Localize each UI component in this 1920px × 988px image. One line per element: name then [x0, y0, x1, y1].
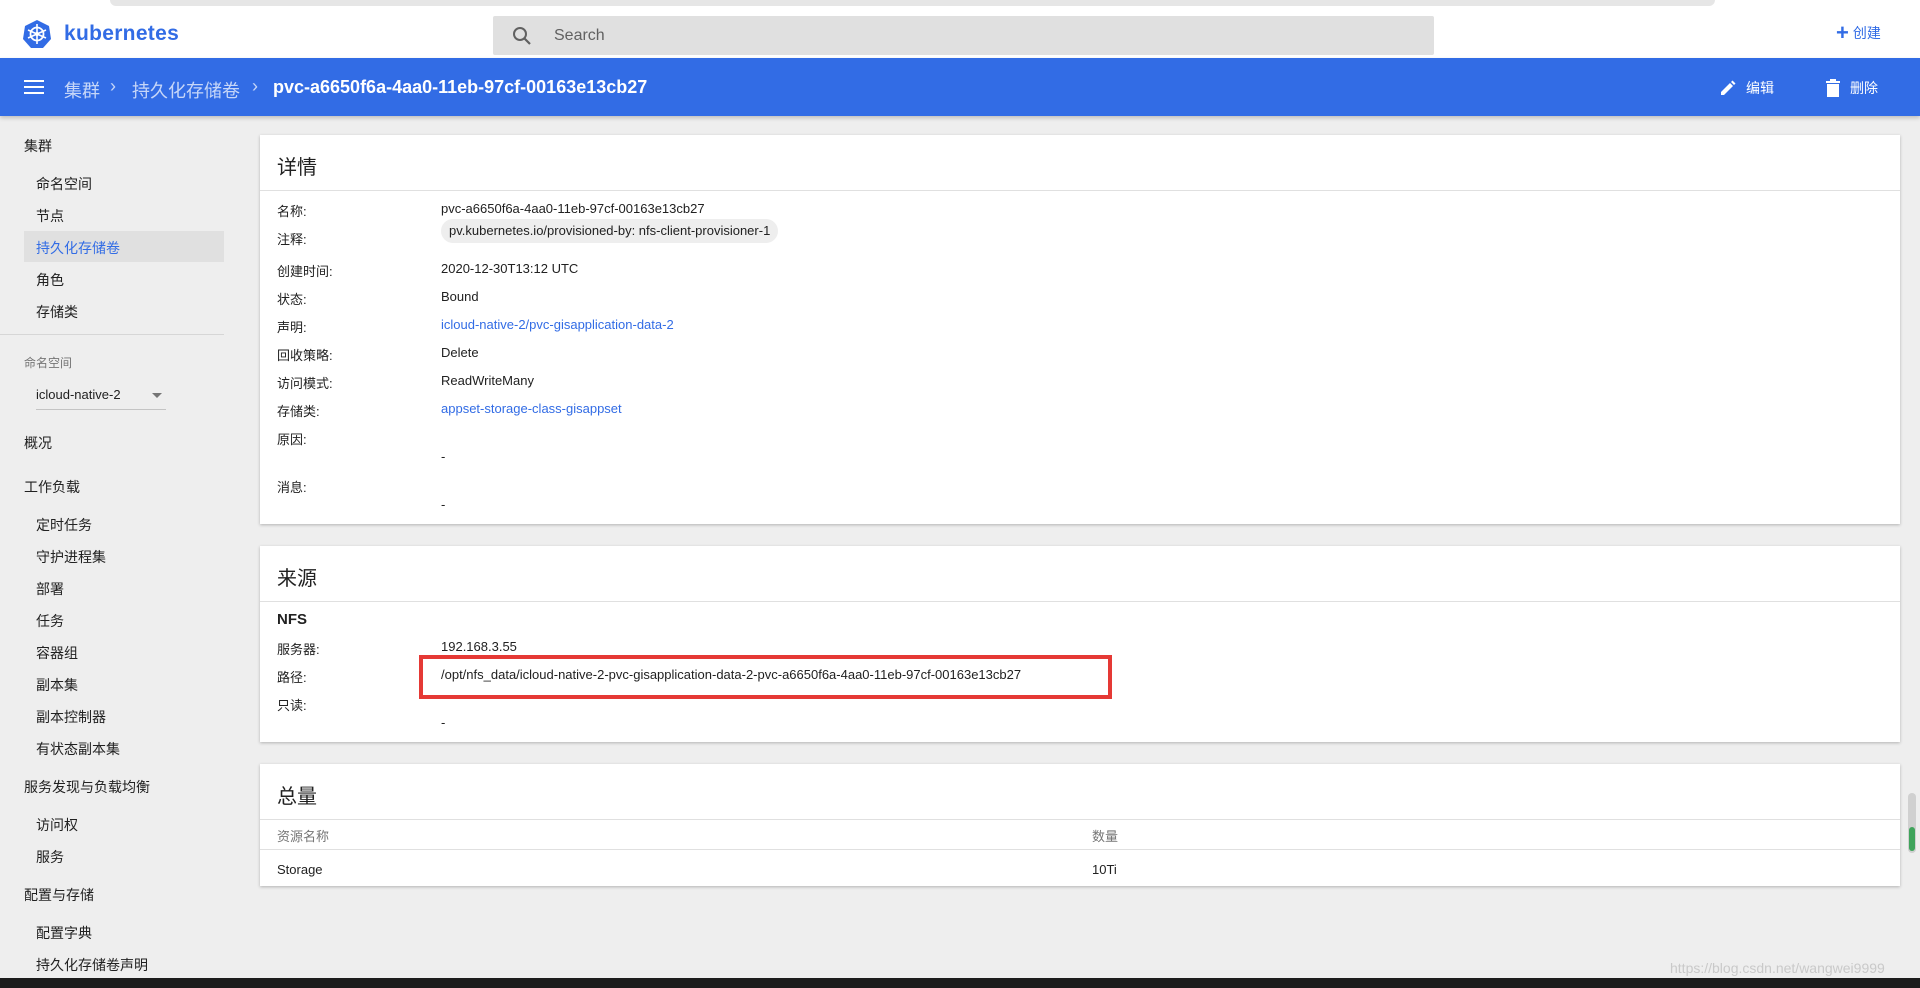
path-highlight-box [419, 655, 1112, 699]
search-box[interactable]: Search [493, 16, 1434, 55]
storage-class-link[interactable]: appset-storage-class-gisappset [441, 401, 622, 416]
edit-button[interactable]: 编辑 [1718, 78, 1774, 98]
card-divider [260, 601, 1900, 602]
annotation-label: 注释: [277, 232, 307, 247]
plus-icon: + [1836, 20, 1849, 45]
sidebar-item-replicasets[interactable]: 副本集 [36, 675, 78, 695]
storage-class-label: 存储类: [277, 404, 320, 419]
sidebar-item-replication-controllers[interactable]: 副本控制器 [36, 707, 106, 727]
sidebar-item-pods[interactable]: 容器组 [36, 643, 78, 663]
name-value: pvc-a6650f6a-4aa0-11eb-97cf-00163e13cb27 [441, 201, 705, 216]
sidebar-section-cluster[interactable]: 集群 [24, 136, 52, 156]
sidebar-item-cronjobs[interactable]: 定时任务 [36, 515, 92, 535]
card-divider [260, 819, 1900, 820]
readonly-label: 只读: [277, 698, 307, 713]
taskbar-strip [0, 978, 1920, 988]
annotation-chip: pv.kubernetes.io/provisioned-by: nfs-cli… [441, 219, 779, 243]
claim-link[interactable]: icloud-native-2/pvc-gisapplication-data-… [441, 317, 674, 332]
claim-label: 声明: [277, 320, 307, 335]
nfs-heading: NFS [277, 611, 307, 628]
chevron-right-icon: › [252, 76, 258, 96]
column-header-resource-name: 资源名称 [277, 829, 330, 844]
reason-value: - [441, 449, 446, 464]
breadcrumb-current: pvc-a6650f6a-4aa0-11eb-97cf-00163e13cb27 [273, 77, 648, 97]
sidebar-item-ingresses[interactable]: 访问权 [36, 815, 78, 835]
delete-button[interactable]: 删除 [1824, 78, 1878, 98]
source-title: 来源 [277, 568, 317, 590]
namespace-value: icloud-native-2 [36, 387, 121, 402]
reclaim-policy-value: Delete [441, 345, 479, 360]
browser-edge [110, 0, 1715, 6]
sidebar-item-services[interactable]: 服务 [36, 847, 64, 867]
kubernetes-logo-icon[interactable] [22, 19, 52, 49]
trash-icon [1826, 79, 1840, 97]
message-value: - [441, 497, 446, 512]
breadcrumb-persistent-volumes[interactable]: 持久化存储卷 [132, 77, 240, 103]
card-divider [260, 190, 1900, 191]
name-label: 名称: [277, 204, 307, 219]
sidebar-item-namespaces[interactable]: 命名空间 [36, 174, 92, 194]
details-card: 详情 名称: pvc-a6650f6a-4aa0-11eb-97cf-00163… [260, 135, 1900, 524]
sidebar-item-deployments[interactable]: 部署 [36, 579, 64, 599]
menu-icon[interactable] [24, 80, 44, 94]
watermark-text: https://blog.csdn.net/wangwei9999 [1670, 960, 1885, 976]
namespace-label: 命名空间 [24, 356, 73, 370]
created-label: 创建时间: [277, 264, 333, 279]
sidebar-item-nodes[interactable]: 节点 [36, 206, 64, 226]
sidebar-divider [0, 334, 224, 335]
sidebar-section-config[interactable]: 配置与存储 [24, 885, 94, 905]
access-mode-label: 访问模式: [277, 376, 333, 391]
top-bar: kubernetes Search + 创建 [0, 0, 1920, 58]
table-cell-resource-name: Storage [277, 862, 323, 877]
search-icon [513, 27, 531, 45]
access-mode-value: ReadWriteMany [441, 373, 534, 388]
dropdown-caret-icon [152, 393, 162, 398]
brand-title[interactable]: kubernetes [64, 22, 179, 46]
created-value: 2020-12-30T13:12 UTC [441, 261, 579, 276]
sidebar-item-daemonsets[interactable]: 守护进程集 [36, 547, 106, 567]
sidebar-item-jobs[interactable]: 任务 [36, 611, 64, 631]
capacity-card: 总量 资源名称 数量 Storage 10Ti [260, 764, 1900, 886]
create-button[interactable]: + 创建 [1836, 20, 1881, 45]
sidebar-section-workloads[interactable]: 工作负载 [24, 477, 80, 497]
server-label: 服务器: [277, 642, 320, 657]
namespace-select[interactable]: icloud-native-2 [36, 384, 166, 410]
sidebar-item-roles[interactable]: 角色 [36, 270, 64, 290]
chevron-right-icon: › [110, 76, 116, 96]
breadcrumb-cluster[interactable]: 集群 [64, 77, 100, 103]
status-value: Bound [441, 289, 479, 304]
sidebar: 集群 命名空间 节点 持久化存储卷 角色 存储类 命名空间 icloud-nat… [0, 116, 236, 988]
sidebar-section-discovery[interactable]: 服务发现与负载均衡 [24, 777, 150, 797]
app-bar: 集群 › 持久化存储卷 › pvc-a6650f6a-4aa0-11eb-97c… [0, 58, 1920, 116]
sidebar-item-configmaps[interactable]: 配置字典 [36, 923, 92, 943]
path-label: 路径: [277, 670, 307, 685]
reclaim-policy-label: 回收策略: [277, 348, 333, 363]
readonly-value: - [441, 715, 446, 730]
status-label: 状态: [277, 292, 307, 307]
source-card: 来源 NFS 服务器: 192.168.3.55 路径: /opt/nfs_da… [260, 546, 1900, 742]
sidebar-item-overview[interactable]: 概况 [24, 433, 52, 453]
search-input[interactable]: Search [554, 27, 605, 45]
reason-label: 原因: [277, 432, 307, 447]
delete-label: 删除 [1850, 80, 1878, 96]
pencil-icon [1721, 80, 1736, 95]
sidebar-item-storage-classes[interactable]: 存储类 [36, 302, 78, 322]
sidebar-item-pvcs[interactable]: 持久化存储卷声明 [36, 955, 148, 975]
sidebar-item-persistent-volumes[interactable]: 持久化存储卷 [36, 238, 120, 258]
scrollbar-thumb[interactable] [1909, 827, 1915, 851]
table-cell-quantity: 10Ti [1092, 862, 1117, 877]
server-value: 192.168.3.55 [441, 639, 517, 654]
message-label: 消息: [277, 480, 307, 495]
edit-label: 编辑 [1746, 80, 1774, 96]
table-divider [260, 849, 1900, 850]
capacity-title: 总量 [277, 786, 317, 808]
sidebar-item-statefulsets[interactable]: 有状态副本集 [36, 739, 120, 759]
details-title: 详情 [277, 157, 317, 179]
create-label: 创建 [1852, 25, 1881, 41]
column-header-quantity: 数量 [1092, 829, 1119, 844]
